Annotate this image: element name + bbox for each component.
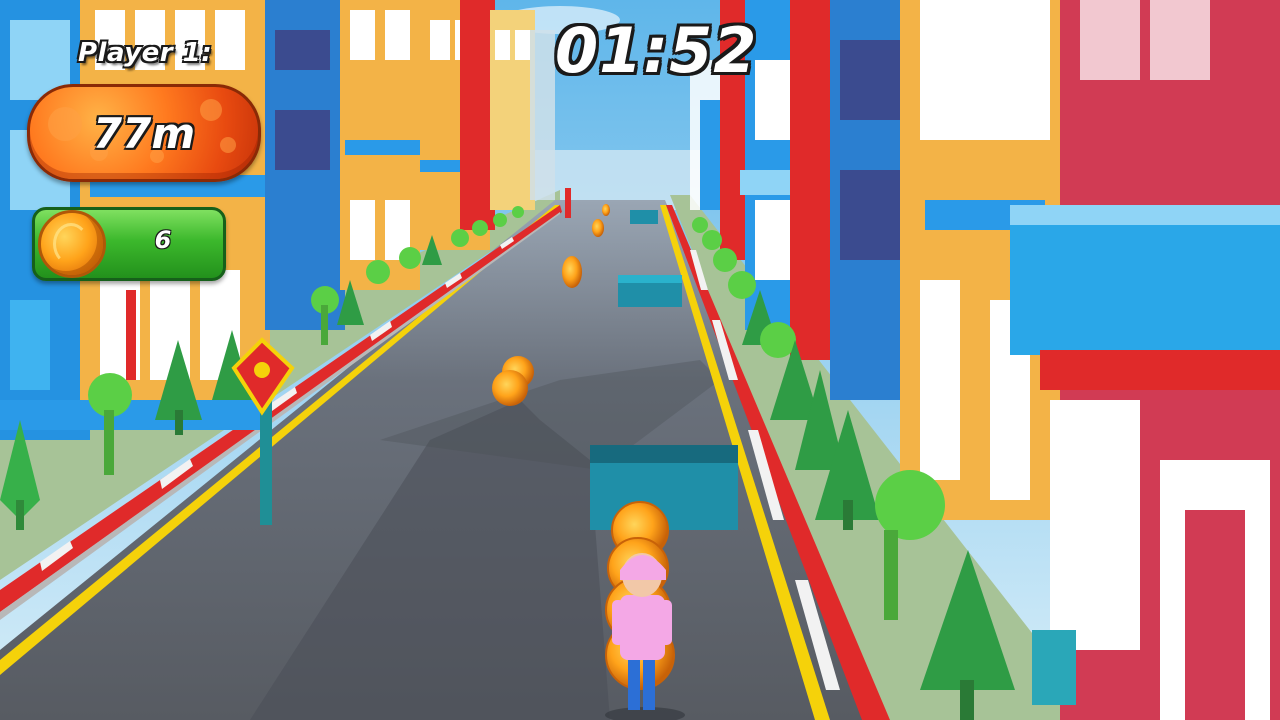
- coin: [492, 370, 528, 406]
- coin: [602, 204, 610, 216]
- coin-icon: [38, 210, 106, 278]
- player-label: Player 1:: [78, 38, 213, 68]
- timer: 01:52: [555, 14, 758, 87]
- coin-count: 6: [154, 226, 172, 254]
- coin: [592, 219, 604, 237]
- coin: [562, 256, 582, 288]
- distance-panel: 77m: [27, 84, 261, 182]
- distance-value: 77m: [92, 108, 196, 158]
